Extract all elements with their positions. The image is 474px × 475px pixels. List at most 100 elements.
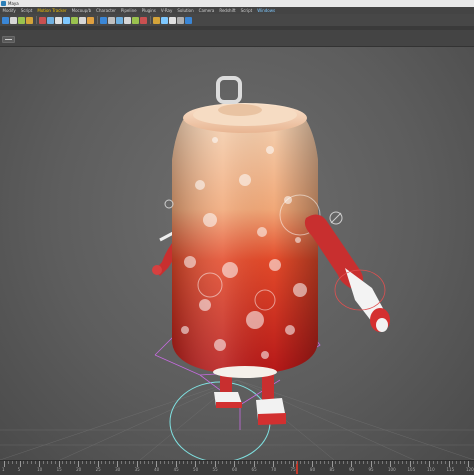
timeline-tick [218, 461, 220, 464]
toolbar-tool-icon[interactable] [71, 16, 78, 24]
menu-mocoup-b[interactable]: Mocoup/b [69, 7, 94, 14]
toolbar-tool-icon[interactable] [108, 16, 115, 24]
right-leg[interactable] [256, 370, 286, 425]
timeline-tick [269, 461, 271, 464]
toolbar-tool-icon[interactable] [47, 16, 54, 24]
menu-script[interactable]: Script [18, 7, 35, 14]
3d-viewport[interactable] [0, 47, 474, 460]
timeline-frame-label: 65 [251, 467, 257, 472]
timeline-tick [89, 461, 91, 464]
panel-menu-button[interactable] [2, 36, 15, 43]
maya-app-icon [1, 1, 6, 6]
timeline-frame-label: 25 [95, 467, 101, 472]
timeline-tick [284, 461, 286, 464]
timeline-tick [405, 461, 407, 464]
timeline-tick [241, 461, 243, 464]
menu-camera[interactable]: Camera [196, 7, 217, 14]
toolbar-tool-icon[interactable] [18, 16, 25, 24]
timeline-tick [81, 461, 83, 464]
pull-tab[interactable] [216, 76, 242, 104]
timeline-frame-label: 1 [2, 467, 5, 472]
menu-script[interactable]: Script [238, 7, 255, 14]
timeline-tick [113, 461, 115, 464]
joint-gizmo-left[interactable] [164, 199, 174, 209]
timeline-tick [237, 461, 239, 464]
viewport-scene [0, 76, 474, 460]
toolbar-tool-icon[interactable] [63, 16, 70, 24]
toolbar-tool-icon[interactable] [140, 16, 147, 24]
menu-character[interactable]: Character [94, 7, 119, 14]
timeline-frame-label: 105 [407, 467, 416, 472]
toolbar-tool-icon[interactable] [87, 16, 94, 24]
timeline-tick [132, 461, 134, 464]
toolbar-tool-icon[interactable] [177, 16, 184, 24]
toolbar-tool-icon[interactable] [10, 16, 17, 24]
timeline-frame-label: 35 [134, 467, 140, 472]
timeline-tick [276, 461, 278, 464]
time-slider[interactable]: 1 5 10 15 20 25 30 35 40 45 50 55 60 65 70 75 80 85 90 95 10… [0, 460, 474, 475]
menu-pipeline[interactable]: Pipeline [118, 7, 139, 14]
timeline-tick [226, 461, 228, 464]
toolbar-tool-icon[interactable] [2, 16, 9, 24]
toolbar-tool-icon[interactable] [79, 16, 86, 24]
timeline-tick [7, 461, 9, 464]
timeline-frame-label: 85 [329, 467, 335, 472]
menu-v-ray[interactable]: V-Ray [158, 7, 174, 14]
menu-windows[interactable]: Windows [255, 7, 278, 14]
toolbar-tool-icon[interactable] [116, 16, 123, 24]
timeline-tick [280, 461, 282, 464]
timeline-tick [444, 461, 446, 464]
timeline-frame-label: 110 [427, 467, 435, 472]
timeline-tick [308, 461, 310, 464]
timeline-tick [464, 461, 466, 464]
timeline-tick [11, 461, 13, 464]
timeline-frame-label: 60 [232, 467, 238, 472]
timeline-frame-label: 15 [56, 467, 62, 472]
menu-plugins[interactable]: Plugins [139, 7, 158, 14]
timeline-frame-label: 80 [310, 467, 316, 472]
toolbar-tool-icon[interactable] [132, 16, 139, 24]
toolbar-tool-icon[interactable] [153, 16, 160, 24]
menu-modify[interactable]: Modify [0, 7, 18, 14]
timeline-tick [296, 461, 298, 464]
timeline-tick [354, 461, 356, 464]
timeline-tick [31, 461, 33, 464]
timeline-tick [335, 461, 337, 464]
menu-motion-tracker[interactable]: Motion Tracker [35, 7, 69, 14]
joint-gizmo-right[interactable] [329, 211, 343, 225]
timeline-tick [327, 461, 329, 464]
toolbar-separator [97, 16, 98, 24]
toolbar-tool-icon[interactable] [26, 16, 33, 24]
timeline-frame-label: 40 [154, 467, 160, 472]
timeline-tick [198, 461, 200, 464]
toolbar-tool-icon[interactable] [39, 16, 46, 24]
menu-redshift[interactable]: Redshift [217, 7, 238, 14]
toolbar-tool-icon[interactable] [161, 16, 168, 24]
timeline-tick [358, 461, 360, 464]
timeline-tick [202, 461, 204, 464]
toolbar-tool-icon[interactable] [100, 16, 107, 24]
timeline-tick [120, 461, 122, 464]
timeline-tick [417, 461, 419, 464]
panel-toolbar [0, 30, 474, 47]
timeline-tick [105, 461, 107, 464]
menu-solution[interactable]: Solution [175, 7, 196, 14]
toolbar-tool-icon[interactable] [185, 16, 192, 24]
window-title: Maya [8, 1, 19, 6]
toolbar-tool-icon[interactable] [169, 16, 176, 24]
timeline-tick [23, 461, 25, 464]
toolbar-separator [36, 16, 37, 24]
timeline-tick [413, 461, 415, 464]
toolbar-tool-icon[interactable] [55, 16, 62, 24]
timeline-tick [54, 461, 56, 464]
status-toolbar [0, 14, 474, 26]
soda-can-body[interactable] [172, 103, 321, 375]
timeline-tick [257, 461, 259, 464]
timeline-tick [222, 461, 224, 464]
title-bar: Maya [0, 0, 474, 7]
toolbar-tool-icon[interactable] [124, 16, 131, 24]
timeline-tick [152, 461, 154, 464]
timeline-tick [42, 461, 44, 464]
toolbar-separator [150, 16, 151, 24]
timeline-tick [440, 461, 442, 464]
